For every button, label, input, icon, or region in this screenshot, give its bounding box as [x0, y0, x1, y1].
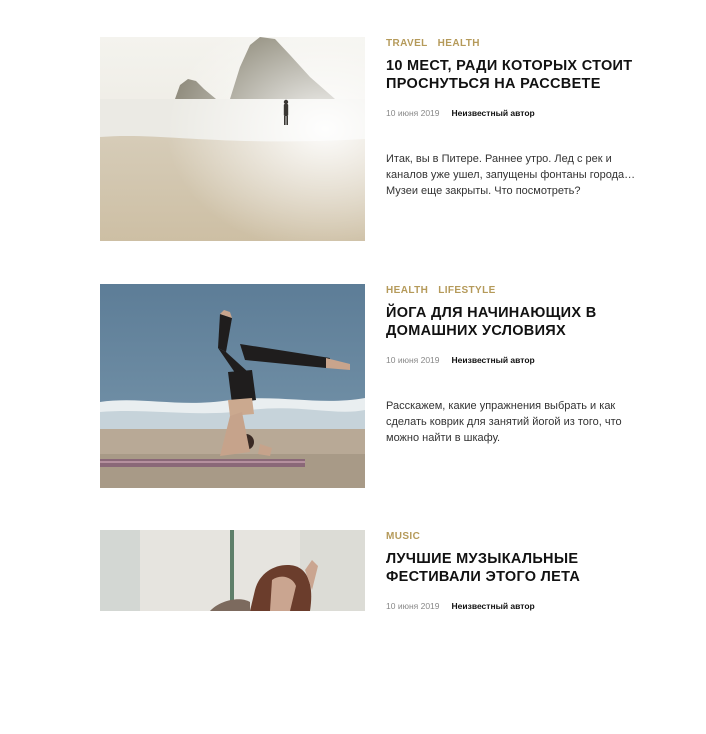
- post-title[interactable]: 10 мест, ради которых стоит проснуться н…: [386, 57, 636, 93]
- category-tag[interactable]: TRAVEL: [386, 38, 428, 52]
- post-title[interactable]: Йога для начинающих в домашних условиях: [386, 304, 636, 340]
- post-meta: 10 июня 2019 Неизвестный автор: [386, 601, 535, 611]
- post-card: MUSIC Лучшие музыкальные фестивали этого…: [100, 530, 660, 734]
- yoga-beach-image: [100, 284, 365, 488]
- category-tag[interactable]: HEALTH: [438, 38, 480, 52]
- post-author[interactable]: Неизвестный автор: [452, 108, 535, 118]
- post-excerpt: Итак, вы в Питере. Раннее утро. Лед с ре…: [386, 153, 636, 197]
- post-thumbnail[interactable]: [100, 530, 365, 611]
- post-categories: TRAVEL HEALTH: [386, 38, 646, 52]
- post-feed: TRAVEL HEALTH 10 мест, ради которых стои…: [0, 0, 706, 611]
- category-tag[interactable]: MUSIC: [386, 531, 420, 545]
- post-date: 10 июня 2019: [386, 601, 440, 611]
- post-title[interactable]: Лучшие музыкальные фестивали этого лета: [386, 550, 636, 586]
- category-tag[interactable]: LIFESTYLE: [438, 285, 496, 299]
- category-tag[interactable]: HEALTH: [386, 285, 428, 299]
- post-thumbnail[interactable]: [100, 284, 365, 488]
- post-card: TRAVEL HEALTH 10 мест, ради которых стои…: [100, 37, 660, 241]
- post-date: 10 июня 2019: [386, 108, 440, 118]
- post-categories: HEALTH LIFESTYLE: [386, 285, 646, 299]
- post-meta: 10 июня 2019 Неизвестный автор: [386, 108, 535, 118]
- music-festival-image: [100, 530, 365, 611]
- post-categories: MUSIC: [386, 531, 646, 545]
- post-date: 10 июня 2019: [386, 355, 440, 365]
- beach-sunrise-image: [100, 37, 365, 241]
- post-card: HEALTH LIFESTYLE Йога для начинающих в д…: [100, 284, 660, 488]
- post-author[interactable]: Неизвестный автор: [452, 601, 535, 611]
- post-meta: 10 июня 2019 Неизвестный автор: [386, 355, 535, 365]
- post-author[interactable]: Неизвестный автор: [452, 355, 535, 365]
- post-excerpt: Расскажем, какие упражнения выбрать и ка…: [386, 400, 622, 444]
- post-thumbnail[interactable]: [100, 37, 365, 241]
